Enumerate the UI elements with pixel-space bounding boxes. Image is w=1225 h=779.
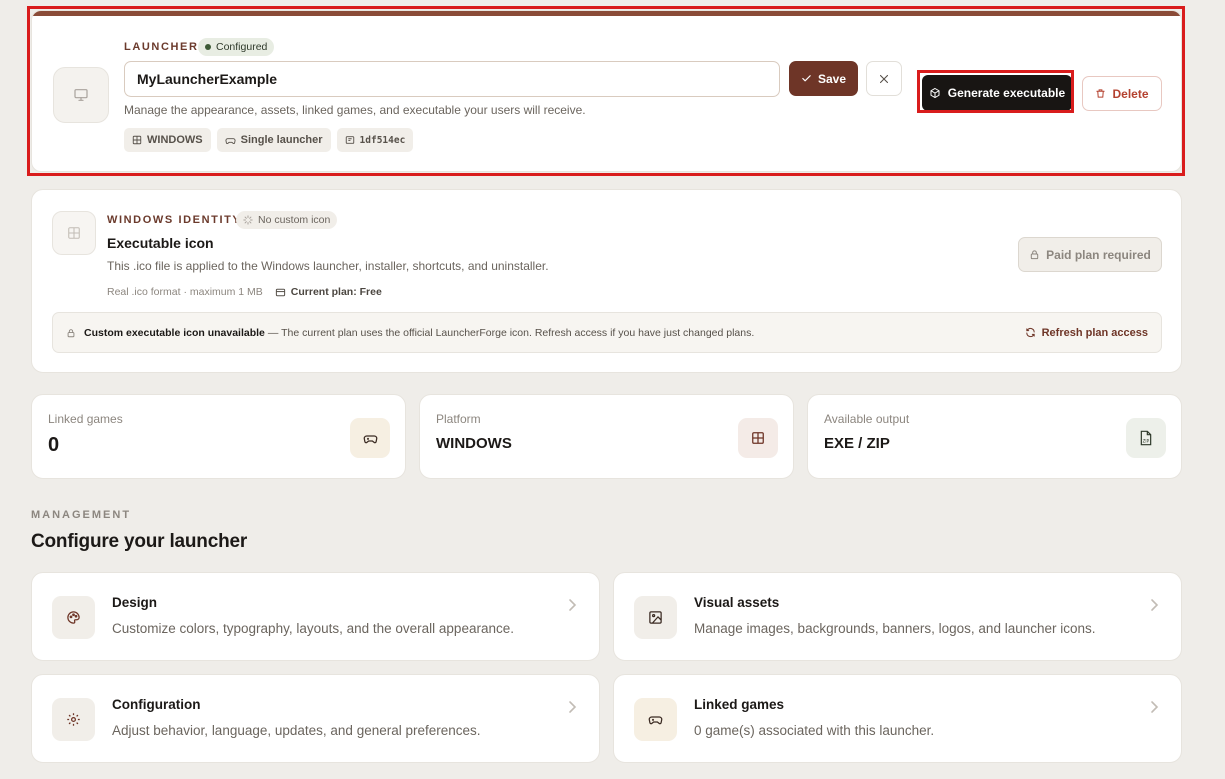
save-button[interactable]: Save: [789, 61, 858, 96]
check-icon: [802, 75, 811, 82]
stat-icon-box: [350, 418, 390, 458]
id-icon: [345, 136, 354, 144]
stat-platform: Platform WINDOWS: [419, 394, 794, 479]
card-description: Customize colors, typography, layouts, a…: [112, 621, 514, 636]
management-card-visual-assets[interactable]: Visual assets Manage images, backgrounds…: [613, 572, 1182, 661]
chevron-right-icon: [1151, 599, 1159, 611]
stat-label: Platform: [436, 412, 481, 426]
delete-button[interactable]: Delete: [1082, 76, 1162, 111]
stat-icon-box: [738, 418, 778, 458]
notice-title: Custom executable icon unavailable: [84, 326, 265, 339]
zip-file-icon: ZIP: [1140, 430, 1152, 446]
windows-icon: [132, 135, 142, 145]
palette-icon: [67, 611, 80, 624]
stat-available-output: Available output EXE / ZIP ZIP: [807, 394, 1182, 479]
paid-plan-required-button[interactable]: Paid plan required: [1018, 237, 1162, 272]
stat-value: WINDOWS: [436, 435, 512, 452]
status-badge: Configured: [198, 38, 275, 56]
icon-status-badge: No custom icon: [236, 211, 338, 229]
card-title: Configuration: [112, 697, 201, 712]
cancel-button[interactable]: [866, 61, 902, 96]
gamepad-icon: [648, 716, 663, 725]
stat-value: 0: [48, 434, 60, 456]
stat-linked-games: Linked games 0: [31, 394, 406, 479]
current-plan: Current plan: Free: [275, 286, 382, 298]
card-icon-box: [634, 698, 677, 741]
launcher-name-input[interactable]: [124, 61, 780, 97]
management-card-configuration[interactable]: Configuration Adjust behavior, language,…: [31, 674, 600, 763]
gamepad-icon: [363, 434, 377, 443]
identity-title: Executable icon: [107, 235, 214, 251]
management-card-linked-games[interactable]: Linked games 0 game(s) associated with t…: [613, 674, 1182, 763]
launcher-tags: WINDOWS Single launcher 1df514ec: [124, 128, 414, 152]
id-tag: 1df514ec: [336, 128, 414, 152]
card-title: Visual assets: [694, 595, 780, 610]
identity-description: This .ico file is applied to the Windows…: [107, 259, 549, 273]
card-title: Linked games: [694, 697, 785, 712]
lock-icon: [67, 328, 75, 337]
identity-meta: Real .ico format · maximum 1 MB Current …: [107, 286, 382, 298]
launcher-avatar: [53, 67, 109, 123]
monitor-icon: [74, 89, 88, 101]
chevron-right-icon: [1151, 701, 1159, 713]
card-description: Adjust behavior, language, updates, and …: [112, 723, 481, 738]
stat-icon-box: ZIP: [1126, 418, 1166, 458]
card-icon: [275, 288, 285, 296]
launcher-kicker: LAUNCHER: [124, 41, 199, 53]
gear-icon: [67, 713, 80, 726]
icon-unavailable-notice: Custom executable icon unavailable — The…: [52, 312, 1162, 353]
lock-icon: [1030, 250, 1039, 260]
launcher-description: Manage the appearance, assets, linked ga…: [124, 103, 586, 117]
close-icon: [879, 74, 889, 83]
windows-identity-card: WINDOWS IDENTITY No custom icon Executab…: [31, 189, 1182, 373]
header-accent-bar: [32, 11, 1181, 16]
stat-value: EXE / ZIP: [824, 435, 890, 452]
card-icon-box: [634, 596, 677, 639]
identity-kicker: WINDOWS IDENTITY: [107, 214, 242, 226]
refresh-icon: [1025, 327, 1035, 338]
windows-icon: [752, 432, 764, 444]
status-dot-icon: [205, 44, 211, 50]
notice-body: — The current plan uses the official Lau…: [267, 326, 755, 339]
chevron-right-icon: [569, 701, 577, 713]
card-icon-box: [52, 698, 95, 741]
card-icon-box: [52, 596, 95, 639]
format-note: Real .ico format · maximum 1 MB: [107, 286, 263, 298]
generate-executable-button[interactable]: Generate executable: [922, 75, 1072, 111]
package-icon: [930, 87, 940, 99]
stat-label: Linked games: [48, 412, 123, 426]
management-title: Configure your launcher: [31, 531, 248, 552]
platform-tag: WINDOWS: [124, 128, 211, 152]
management-card-design[interactable]: Design Customize colors, typography, lay…: [31, 572, 600, 661]
management-kicker: MANAGEMENT: [31, 509, 132, 521]
executable-icon-preview: [52, 211, 96, 255]
chevron-right-icon: [569, 599, 577, 611]
launcher-header-card: LAUNCHER Configured Save Manage the appe…: [31, 10, 1182, 172]
stat-label: Available output: [824, 412, 910, 426]
image-icon: [649, 611, 662, 624]
svg-text:ZIP: ZIP: [1143, 439, 1150, 444]
windows-icon: [68, 227, 80, 239]
trash-icon: [1096, 89, 1106, 98]
card-description: 0 game(s) associated with this launcher.: [694, 723, 935, 738]
refresh-plan-access-link[interactable]: Refresh plan access: [1025, 327, 1148, 339]
card-description: Manage images, backgrounds, banners, log…: [694, 621, 1096, 636]
gamepad-icon: [225, 137, 236, 144]
loader-icon: [243, 215, 253, 225]
mode-tag: Single launcher: [216, 128, 331, 152]
card-title: Design: [112, 595, 158, 610]
